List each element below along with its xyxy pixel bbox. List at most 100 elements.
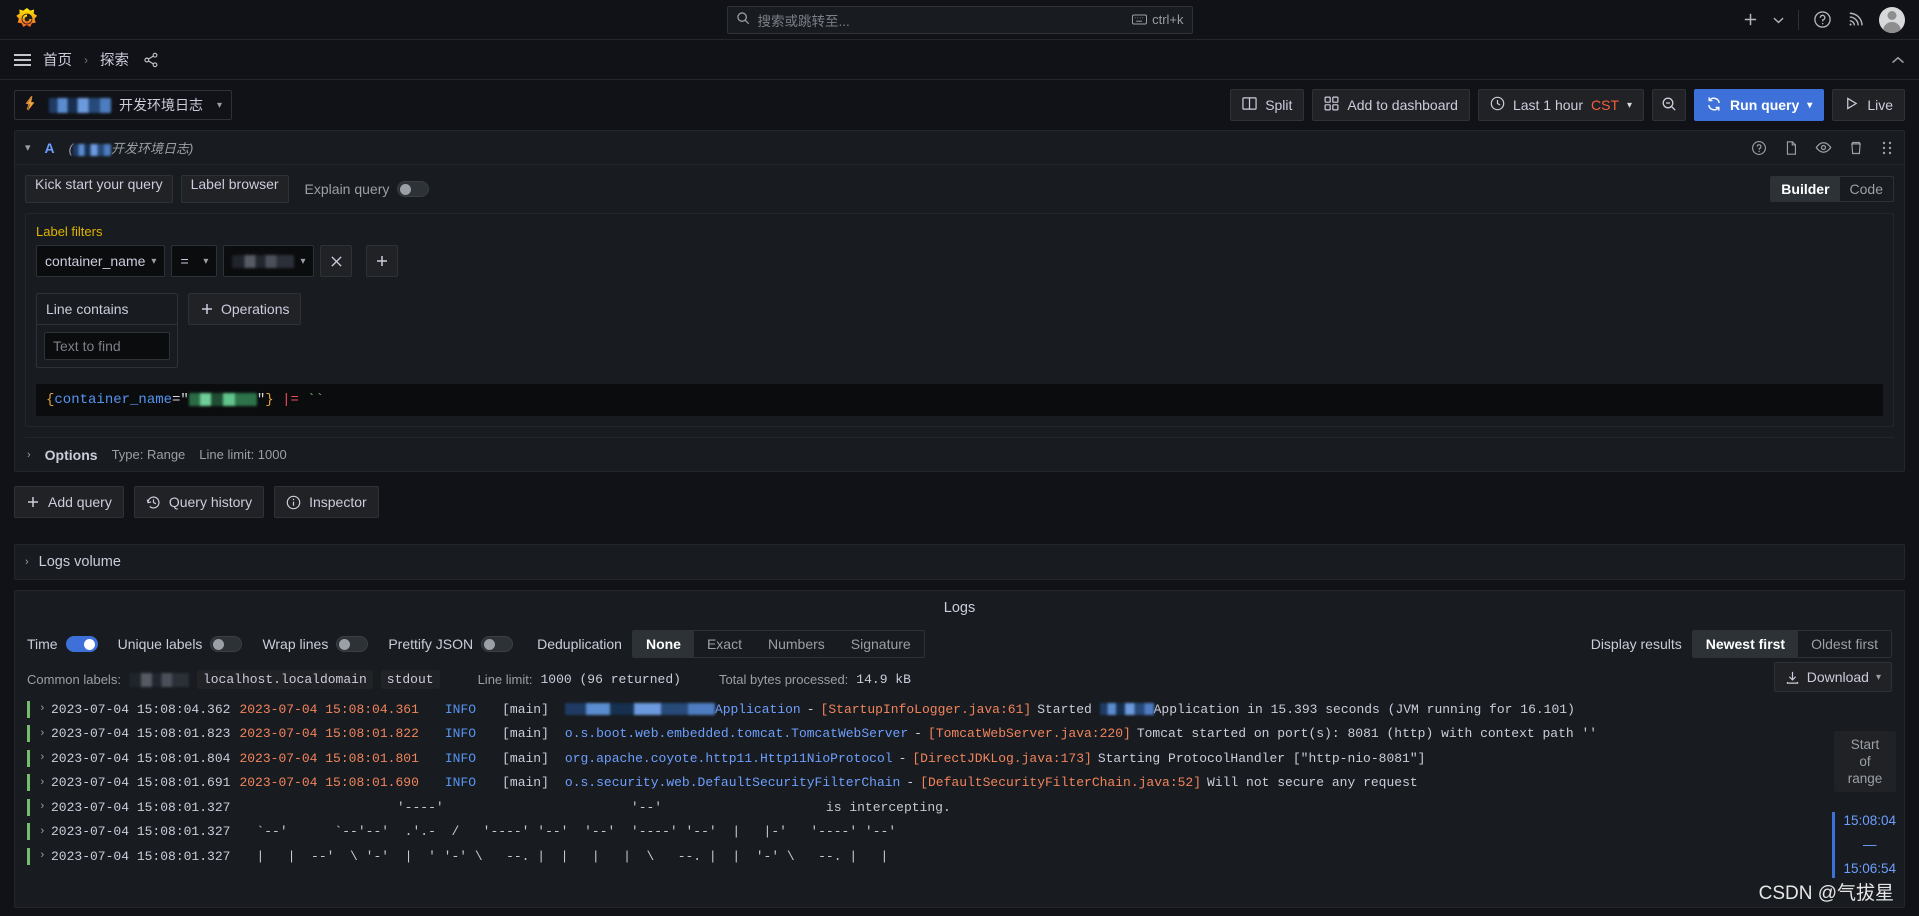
- kick-start-button[interactable]: Kick start your query: [25, 175, 173, 203]
- line-contains-input[interactable]: [44, 332, 170, 360]
- query-ref-id[interactable]: A: [45, 140, 55, 156]
- log-level: INFO: [444, 750, 477, 766]
- time-range-picker[interactable]: Last 1 hour CST ▾: [1477, 89, 1645, 121]
- expr-label: container_name: [54, 392, 173, 408]
- chevron-down-icon[interactable]: ▾: [217, 100, 222, 111]
- table-row[interactable]: › 2023-07-04 15:08:04.362 2023-07-04 15:…: [15, 697, 1904, 722]
- label-filter-value-select[interactable]: ▾: [223, 245, 315, 277]
- logs-meta-row: Common labels: localhost.localdomain std…: [15, 662, 1904, 697]
- label-filter-operator: =: [180, 253, 189, 269]
- chevron-up-icon[interactable]: [1891, 52, 1905, 68]
- table-row[interactable]: › 2023-07-04 15:08:01.823 2023-07-04 15:…: [15, 722, 1904, 747]
- remove-label-filter-button[interactable]: [320, 245, 353, 277]
- play-icon: [1844, 96, 1859, 114]
- operations-row: Line contains Operations: [36, 293, 1883, 368]
- inspector-label: Inspector: [309, 494, 367, 510]
- query-options-row[interactable]: › Options Type: Range Line limit: 1000: [25, 437, 1894, 471]
- dedup-option-numbers[interactable]: Numbers: [755, 631, 838, 657]
- log-timestamp-raw: 2023-07-04 15:08:04.361: [239, 701, 419, 717]
- log-message: '----' '--' is intercepting.: [256, 799, 951, 815]
- display-results-label: Display results: [1590, 636, 1682, 652]
- expr-pipe: |=: [282, 392, 299, 408]
- datasource-picker[interactable]: 开发环境日志 ▾: [14, 90, 233, 120]
- range-line-2: of: [1859, 754, 1871, 769]
- chevron-right-icon[interactable]: ›: [39, 801, 51, 813]
- option-wrap-lines-toggle[interactable]: [336, 636, 369, 652]
- plus-icon[interactable]: [1742, 11, 1759, 28]
- grafana-logo-icon[interactable]: [12, 5, 42, 35]
- table-row[interactable]: › 2023-07-04 15:08:01.327 | | --' \ '-' …: [15, 844, 1904, 869]
- search-input[interactable]: 搜索或跳转至... ctrl+k: [726, 5, 1193, 34]
- trash-icon[interactable]: [1848, 140, 1864, 156]
- rss-icon[interactable]: [1846, 10, 1865, 29]
- chevron-right-icon[interactable]: ›: [39, 752, 51, 764]
- time-range-dash: —: [1862, 837, 1877, 852]
- chevron-down-icon[interactable]: [1773, 16, 1784, 24]
- breadcrumb-item-explore[interactable]: 探索: [100, 49, 129, 70]
- share-nodes-icon[interactable]: [143, 52, 159, 68]
- chevron-right-icon[interactable]: ›: [39, 703, 51, 715]
- dedup-option-signature[interactable]: Signature: [838, 631, 924, 657]
- editor-mode-builder[interactable]: Builder: [1771, 177, 1840, 201]
- editor-mode-code[interactable]: Code: [1840, 177, 1893, 201]
- option-prettify-json: Prettify JSON: [388, 636, 514, 652]
- table-row[interactable]: › 2023-07-04 15:08:01.327 `--' `--'--' .…: [15, 820, 1904, 845]
- common-label-stream[interactable]: stdout: [380, 670, 440, 689]
- log-timestamp: 2023-07-04 15:08:01.327: [51, 848, 231, 864]
- add-query-button[interactable]: Add query: [14, 486, 124, 518]
- help-circle-icon[interactable]: [1751, 140, 1767, 156]
- add-operations-button[interactable]: Operations: [188, 293, 302, 325]
- zoom-out-button[interactable]: [1652, 89, 1687, 121]
- breadcrumb-item-home[interactable]: 首页: [43, 49, 72, 70]
- dedup-option-exact[interactable]: Exact: [694, 631, 755, 657]
- label-browser-button[interactable]: Label browser: [180, 175, 289, 203]
- inspector-button[interactable]: Inspector: [274, 486, 379, 518]
- option-unique-labels-toggle[interactable]: [210, 636, 243, 652]
- chevron-right-icon[interactable]: ›: [39, 850, 51, 862]
- dedup-option-none[interactable]: None: [632, 631, 694, 657]
- chevron-right-icon[interactable]: ›: [39, 728, 51, 740]
- options-type: Type: Range: [111, 447, 186, 462]
- add-to-dashboard-label: Add to dashboard: [1347, 97, 1458, 113]
- chevron-down-icon[interactable]: ▾: [1807, 100, 1812, 111]
- log-level-bar: [27, 700, 30, 718]
- log-source: [StartupInfoLogger.java:61]: [820, 701, 1032, 717]
- chevron-right-icon[interactable]: ›: [25, 556, 29, 568]
- add-label-filter-button[interactable]: [366, 245, 399, 277]
- option-time-toggle[interactable]: [65, 636, 98, 652]
- download-button[interactable]: Download ▾: [1773, 662, 1892, 692]
- eye-icon[interactable]: [1815, 139, 1832, 156]
- label-filter-operator-select[interactable]: = ▾: [171, 245, 218, 277]
- run-query-button[interactable]: Run query ▾: [1694, 89, 1825, 121]
- info-circle-icon: [286, 495, 301, 509]
- live-button[interactable]: Live: [1832, 89, 1905, 121]
- log-logger: o.s.boot.web.embedded.tomcat.TomcatWebSe…: [564, 726, 909, 742]
- common-label-host[interactable]: localhost.localdomain: [196, 670, 373, 689]
- add-query-label: Add query: [48, 494, 112, 510]
- log-thread: [main]: [502, 726, 549, 742]
- chevron-right-icon[interactable]: ›: [39, 826, 51, 838]
- drag-handle-icon[interactable]: [1880, 140, 1894, 156]
- help-circle-icon[interactable]: [1813, 10, 1832, 29]
- order-oldest-first[interactable]: Oldest first: [1798, 631, 1891, 657]
- chevron-down-icon[interactable]: ▾: [25, 141, 31, 154]
- table-row[interactable]: › 2023-07-04 15:08:01.804 2023-07-04 15:…: [15, 746, 1904, 771]
- query-history-button[interactable]: Query history: [133, 486, 265, 518]
- chevron-right-icon[interactable]: ›: [39, 777, 51, 789]
- label-filter-key-select[interactable]: container_name ▾: [36, 245, 166, 277]
- split-button[interactable]: Split: [1230, 89, 1305, 121]
- table-row[interactable]: › 2023-07-04 15:08:01.327 '----' '--' is…: [15, 795, 1904, 820]
- table-row[interactable]: › 2023-07-04 15:08:01.691 2023-07-04 15:…: [15, 771, 1904, 796]
- logs-volume-section[interactable]: › Logs volume: [14, 544, 1905, 580]
- chevron-right-icon[interactable]: ›: [27, 449, 31, 461]
- explain-query-toggle[interactable]: [397, 181, 430, 197]
- copy-icon[interactable]: [1783, 140, 1799, 156]
- order-newest-first[interactable]: Newest first: [1692, 631, 1799, 657]
- user-avatar-icon[interactable]: [1879, 6, 1905, 33]
- hamburger-menu-icon[interactable]: [14, 53, 31, 66]
- log-timestamp-raw: 2023-07-04 15:08:01.690: [239, 775, 419, 791]
- chevron-down-icon: ▾: [1627, 99, 1633, 111]
- add-to-dashboard-button[interactable]: Add to dashboard: [1312, 89, 1470, 121]
- option-prettify-json-toggle[interactable]: [481, 636, 514, 652]
- time-range-label: Last 1 hour: [1512, 97, 1584, 113]
